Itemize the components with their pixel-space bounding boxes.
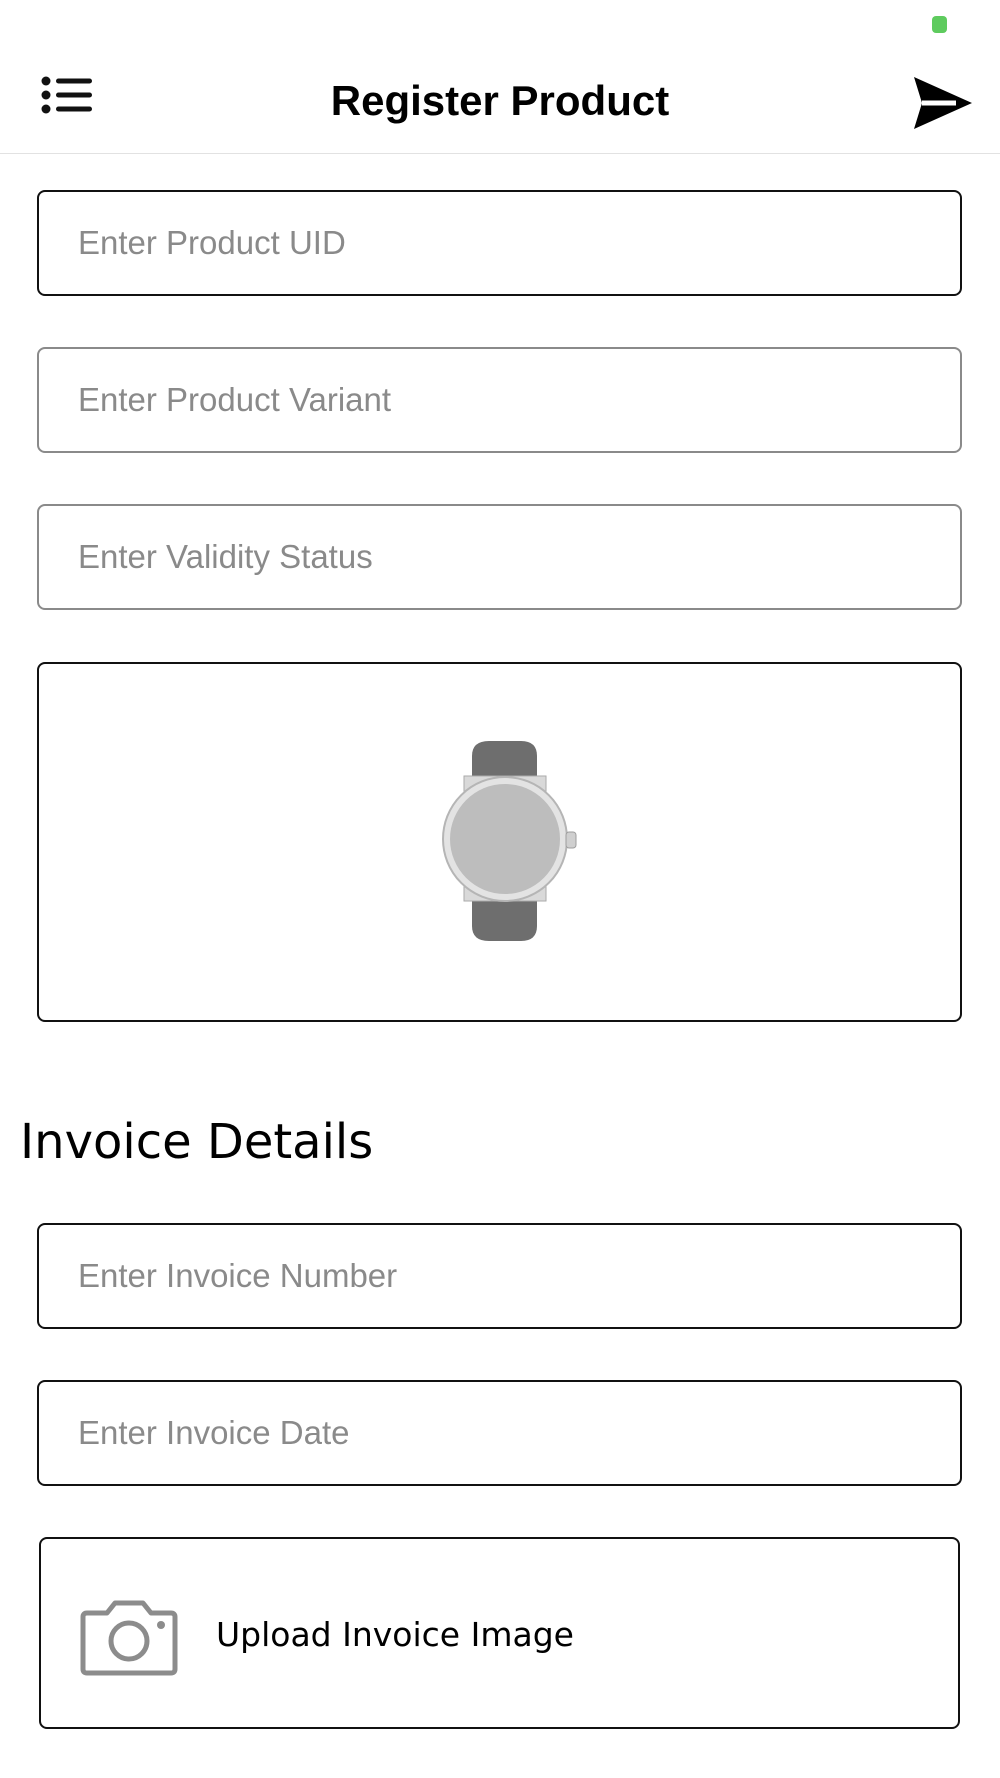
send-icon (914, 77, 972, 129)
nav-bar: Register Product (0, 50, 1000, 154)
camera-icon (80, 1600, 178, 1676)
send-button[interactable] (912, 75, 974, 131)
product-uid-input[interactable] (37, 190, 962, 296)
product-variant-input[interactable] (37, 347, 962, 453)
invoice-number-input[interactable] (37, 1223, 962, 1329)
product-image-box[interactable] (37, 662, 962, 1022)
menu-button[interactable] (40, 75, 96, 127)
invoice-section-title: Invoice Details (20, 1114, 374, 1170)
upload-invoice-button[interactable]: Upload Invoice Image (39, 1537, 960, 1729)
list-menu-icon (41, 76, 92, 114)
battery-indicator (932, 16, 947, 33)
validity-status-input[interactable] (37, 504, 962, 610)
invoice-date-input[interactable] (37, 1380, 962, 1486)
upload-invoice-label: Upload Invoice Image (216, 1615, 574, 1654)
status-bar (0, 0, 1000, 50)
page-title: Register Product (330, 77, 670, 124)
wristwatch-image (442, 741, 577, 941)
